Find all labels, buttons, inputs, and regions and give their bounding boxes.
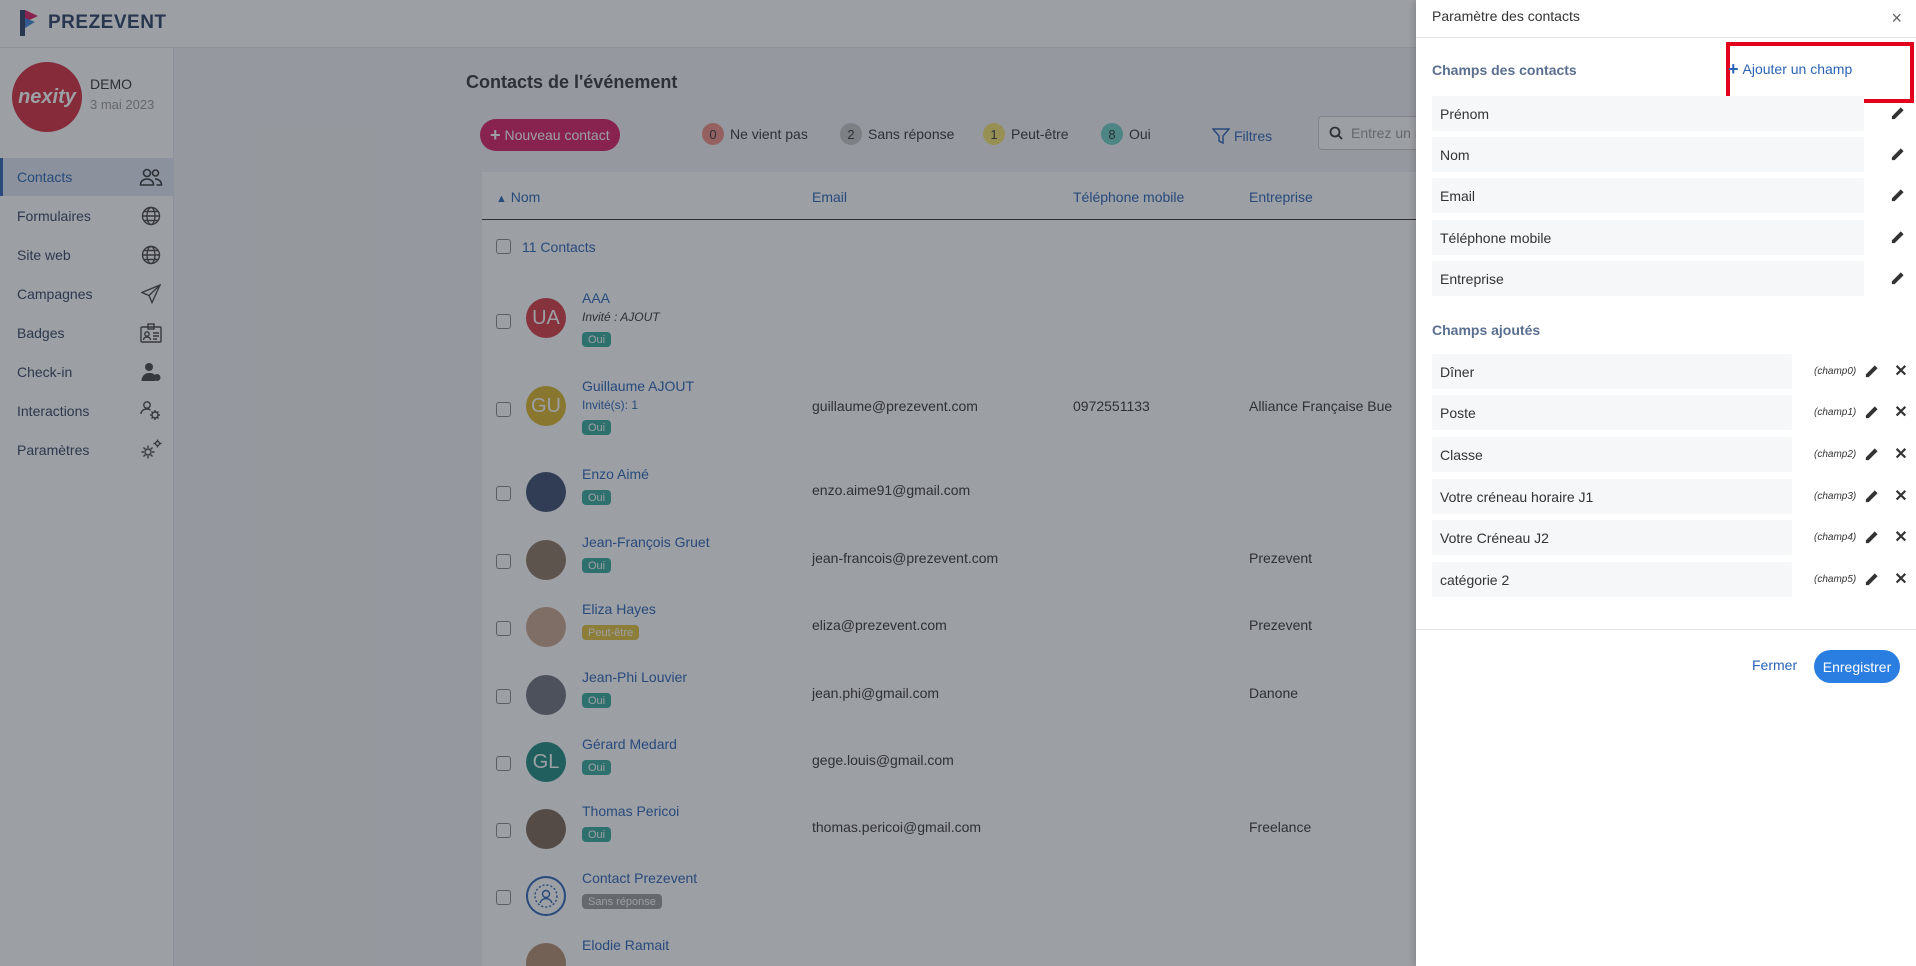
field-label: Dîner [1432,354,1792,389]
added-field-row: Votre créneau horaire J1 (champ3) ✕ [1432,479,1910,514]
field-label: Poste [1432,395,1792,430]
added-field-row: Votre Créneau J2 (champ4) ✕ [1432,520,1910,555]
contact-field-row: Entreprise [1432,261,1910,296]
added-field-row: catégorie 2 (champ5) ✕ [1432,562,1910,597]
delete-x-icon[interactable]: ✕ [1892,487,1910,505]
delete-x-icon[interactable]: ✕ [1892,528,1910,546]
contact-fields-title: Champs des contacts [1432,62,1577,78]
delete-x-icon[interactable]: ✕ [1892,570,1910,588]
pencil-icon[interactable] [1862,528,1880,546]
pencil-icon[interactable] [1888,228,1906,246]
field-key: (champ5) [1814,574,1857,585]
added-field-row: Classe (champ2) ✕ [1432,437,1910,472]
field-key: (champ3) [1814,491,1857,502]
field-label: catégorie 2 [1432,562,1792,597]
pencil-icon[interactable] [1862,403,1880,421]
delete-x-icon[interactable]: ✕ [1892,403,1910,421]
pencil-icon[interactable] [1888,145,1906,163]
pencil-icon[interactable] [1888,269,1906,287]
added-field-row: Poste (champ1) ✕ [1432,395,1910,430]
add-field-button[interactable]: + Ajouter un champ [1728,60,1852,78]
added-field-row: Dîner (champ0) ✕ [1432,354,1910,389]
field-key: (champ0) [1814,366,1857,377]
field-key: (champ1) [1814,407,1857,418]
add-field-label: Ajouter un champ [1742,61,1853,77]
pencil-icon[interactable] [1862,570,1880,588]
contact-field-row: Prénom [1432,96,1910,131]
contact-field-row: Téléphone mobile [1432,220,1910,255]
pencil-icon[interactable] [1888,186,1906,204]
modal-backdrop[interactable] [0,0,1416,966]
field-label: Téléphone mobile [1432,220,1864,255]
contact-settings-panel: Paramètre des contacts × Champs des cont… [1416,0,1916,966]
delete-x-icon[interactable]: ✕ [1892,445,1910,463]
close-button[interactable]: Fermer [1752,657,1797,673]
delete-x-icon[interactable]: ✕ [1892,362,1910,380]
field-label: Prénom [1432,96,1864,131]
close-icon[interactable]: × [1891,8,1902,29]
field-label: Votre créneau horaire J1 [1432,479,1792,514]
save-button[interactable]: Enregistrer [1814,650,1900,683]
pencil-icon[interactable] [1862,445,1880,463]
field-label: Email [1432,178,1864,213]
plus-icon: + [1728,59,1739,79]
contact-field-row: Email [1432,178,1910,213]
panel-divider [1416,629,1916,630]
field-key: (champ4) [1814,532,1857,543]
field-label: Classe [1432,437,1792,472]
pencil-icon[interactable] [1862,362,1880,380]
field-key: (champ2) [1814,449,1857,460]
field-label: Entreprise [1432,261,1864,296]
pencil-icon[interactable] [1888,104,1906,122]
field-label: Votre Créneau J2 [1432,520,1792,555]
added-fields-title: Champs ajoutés [1432,322,1541,338]
pencil-icon[interactable] [1862,487,1880,505]
contact-field-row: Nom [1432,137,1910,172]
panel-title: Paramètre des contacts [1432,8,1580,24]
field-label: Nom [1432,137,1864,172]
panel-header: Paramètre des contacts × [1416,0,1916,38]
